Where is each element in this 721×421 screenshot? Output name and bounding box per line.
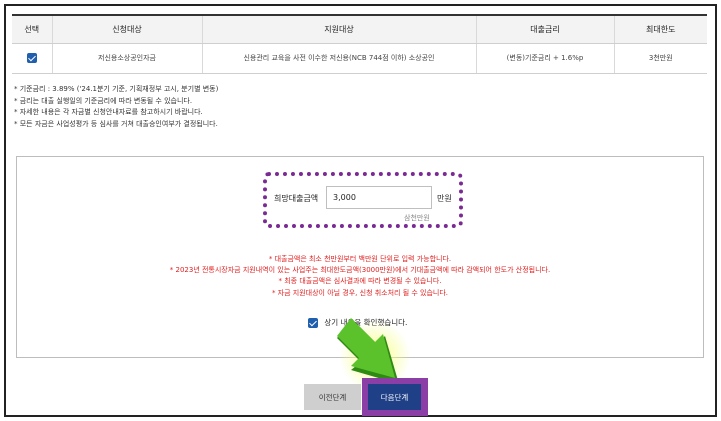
table-row: 저신용소상공인자금 신용관리 교육을 사전 이수한 저신용(NCB 744점 이… — [12, 43, 707, 74]
row-select-checkbox[interactable] — [26, 53, 37, 63]
warning-line: * 자금 지원대상이 아닐 경우, 신청 취소처리 될 수 있습니다. — [271, 288, 449, 297]
amount-label: 희망대출금액 — [274, 194, 319, 203]
limit-cell: 3천만원 — [613, 43, 707, 74]
warning-line: * 2023년 전통시장자금 지원내역이 있는 사업주는 최대한도금액(3000… — [169, 266, 551, 275]
agree-checkbox[interactable] — [308, 318, 318, 328]
amount-unit: 만원 — [437, 194, 452, 203]
select-cell — [12, 43, 52, 74]
target-cell: 저신용소상공인자금 — [51, 43, 202, 74]
notes: * 기준금리 : 3.89% ('24.1분기 기준, 기획재정부 고시, 분기… — [14, 84, 218, 130]
header-limit: 최대한도 — [613, 15, 707, 44]
next-step-button[interactable]: 다음단계 — [368, 384, 421, 410]
note-line: * 금리는 대출 실행일의 기준금리에 따라 변동될 수 있습니다. — [14, 96, 193, 105]
amount-korean-text: 삼천만원 — [404, 214, 430, 222]
rate-cell: (변동)기준금리 + 1.6%p — [475, 43, 614, 74]
warning-line: * 최종 대출금액은 심사결과에 따라 변경될 수 있습니다. — [278, 277, 442, 286]
header-select: 선택 — [12, 15, 52, 44]
support-cell: 신용관리 교육을 사전 이수한 저신용(NCB 744점 이하) 소상공인 — [201, 43, 476, 74]
header-support: 지원대상 — [201, 15, 476, 44]
prev-step-button[interactable]: 이전단계 — [304, 384, 361, 410]
header-rate: 대출금리 — [475, 15, 614, 44]
note-line: * 기준금리 : 3.89% ('24.1분기 기준, 기획재정부 고시, 분기… — [14, 85, 219, 93]
header-target: 신청대상 — [51, 15, 202, 44]
warning-line: * 대출금액은 최소 천만원부터 백만원 단위로 입력 가능합니다. — [268, 255, 452, 263]
note-line: * 모든 자금은 사업성평가 등 심사를 거쳐 대출승인여부가 결정됩니다. — [14, 119, 218, 128]
amount-input[interactable] — [326, 186, 432, 209]
warning-notes: * 대출금액은 최소 천만원부터 백만원 단위로 입력 가능합니다. * 202… — [16, 254, 704, 299]
table-header-row: 선택 신청대상 지원대상 대출금리 최대한도 — [12, 15, 707, 44]
loan-table: 선택 신청대상 지원대상 대출금리 최대한도 저신용소상공인자금 신용관리 교육… — [12, 14, 707, 74]
note-line: * 자세한 내용은 각 자금별 신청안내자료를 참고하시기 바랍니다. — [14, 108, 203, 116]
